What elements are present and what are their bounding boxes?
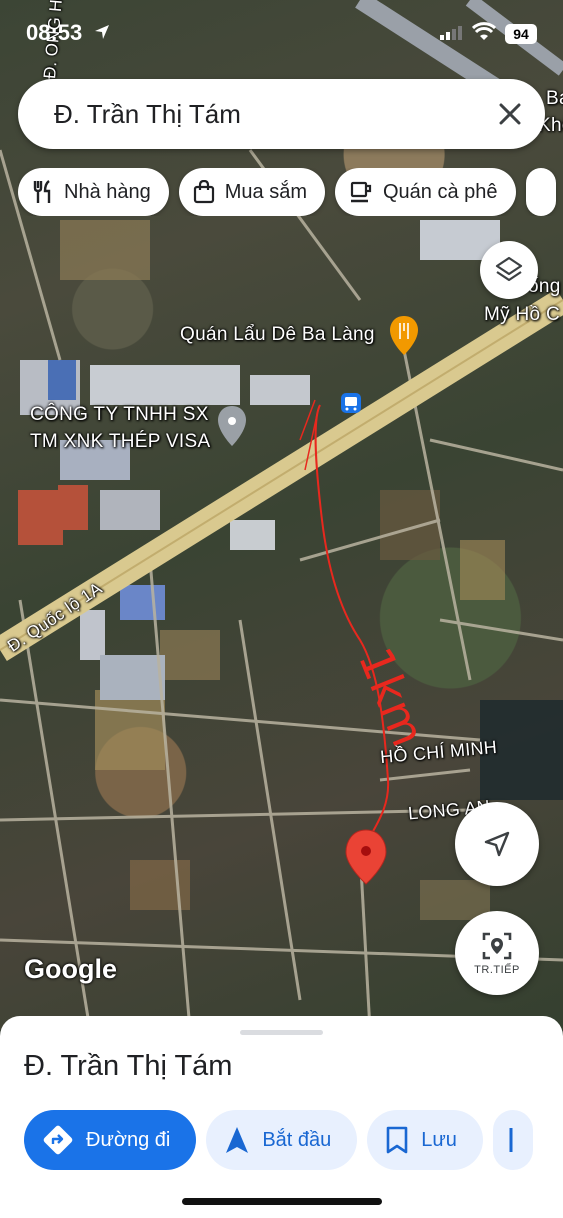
google-logo: Google	[24, 954, 117, 984]
chip-more[interactable]	[525, 168, 556, 216]
company-pin-icon	[218, 406, 246, 446]
coffee-icon	[350, 181, 372, 203]
map-label-restaurant[interactable]: Quán Lẩu Dê Ba Làng	[180, 324, 375, 346]
wifi-icon	[472, 22, 496, 40]
search-bar[interactable]: Đ. Trần Thị Tám	[18, 79, 545, 149]
chip-label: Nhà hàng	[64, 180, 151, 203]
status-bar: 08:53 94	[0, 0, 563, 60]
my-location-button[interactable]	[455, 802, 539, 886]
start-button[interactable]: Bắt đầu	[206, 1110, 358, 1170]
close-icon[interactable]	[495, 99, 525, 129]
start-label: Bắt đầu	[262, 1128, 332, 1151]
live-view-pin-icon	[482, 932, 512, 960]
annotation-route	[314, 404, 390, 846]
chip-shopping[interactable]: Mua sắm	[178, 168, 325, 216]
place-title: Đ. Trần Thị Tám	[24, 1050, 233, 1082]
map-label-right-2: Mỹ Hồ C	[484, 304, 560, 325]
map-label-company-line1[interactable]: CÔNG TY TNHH SX	[30, 404, 209, 426]
chip-restaurants[interactable]: Nhà hàng	[18, 168, 169, 216]
place-actions: Đường đi Bắt đầu Lưu	[24, 1110, 563, 1172]
more-actions-button[interactable]	[492, 1110, 533, 1170]
category-chips: Nhà hàng Mua sắm Quán cà phê	[18, 168, 563, 216]
directions-button[interactable]: Đường đi	[24, 1110, 197, 1170]
place-bottom-sheet[interactable]: Đ. Trần Thị Tám Đường đi Bắt đầu Lưu	[0, 1016, 563, 1218]
chip-coffee[interactable]: Quán cà phê	[335, 168, 516, 216]
restaurant-icon	[33, 180, 51, 203]
shopping-bag-icon	[193, 180, 214, 204]
save-button[interactable]: Lưu	[367, 1110, 483, 1170]
restaurant-poi-icon	[390, 316, 418, 355]
location-pin-icon	[345, 829, 387, 885]
sheet-drag-handle[interactable]	[240, 1030, 323, 1035]
status-time: 08:53	[26, 20, 83, 45]
directions-icon	[43, 1125, 73, 1155]
map-label-top-right-1: Ba	[546, 88, 563, 109]
bookmark-icon	[386, 1126, 408, 1154]
navigation-direction-icon	[484, 831, 510, 857]
layers-button[interactable]	[480, 241, 538, 299]
chip-label: Mua sắm	[224, 180, 307, 203]
search-query[interactable]: Đ. Trần Thị Tám	[54, 99, 241, 130]
directions-label: Đường đi	[86, 1128, 171, 1151]
home-indicator	[182, 1198, 382, 1205]
layers-icon	[495, 256, 523, 282]
live-view-button[interactable]: TR.TIẾP	[455, 911, 539, 995]
battery-indicator: 94	[505, 24, 537, 44]
more-action-icon	[509, 1128, 513, 1152]
live-view-label: TR.TIẾP	[474, 964, 520, 976]
chip-label: Quán cà phê	[383, 180, 498, 203]
bus-stop-icon	[341, 393, 361, 413]
navigation-arrow-icon	[226, 1127, 249, 1153]
save-label: Lưu	[421, 1128, 457, 1151]
cellular-signal-icon	[440, 26, 462, 40]
location-arrow-icon	[95, 25, 109, 39]
map-label-company-line2[interactable]: TM XNK THÉP VISA	[30, 431, 210, 453]
